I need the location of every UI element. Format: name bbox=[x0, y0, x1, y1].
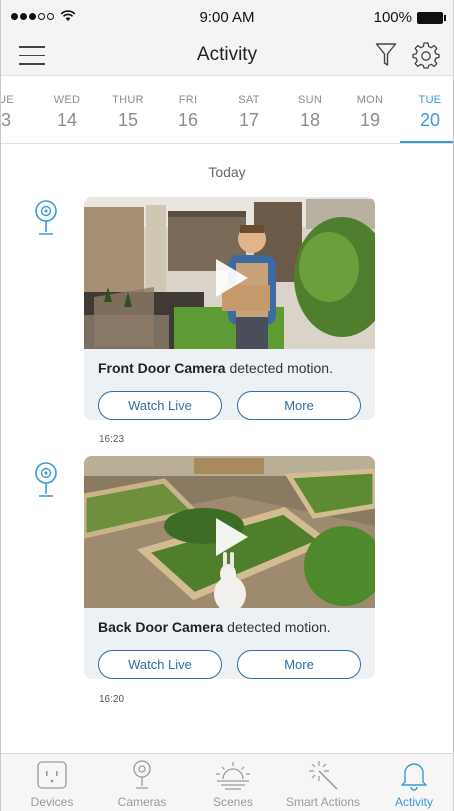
date-item-mon-19[interactable]: MON 19 bbox=[339, 94, 401, 131]
event-timestamp: 16:20 bbox=[99, 694, 125, 705]
filter-icon[interactable] bbox=[375, 42, 397, 68]
magic-wand-icon bbox=[309, 761, 338, 790]
battery-percent: 100% bbox=[373, 9, 412, 26]
event-message: Front Door Camera detected motion. bbox=[98, 360, 333, 376]
camera-icon bbox=[133, 760, 151, 789]
more-button[interactable]: More bbox=[237, 391, 361, 420]
more-button[interactable]: More bbox=[237, 650, 361, 679]
bell-icon bbox=[401, 763, 427, 791]
date-item-fri-16[interactable]: FRI 16 bbox=[157, 94, 219, 131]
date-item-thur-15[interactable]: THUR 15 bbox=[97, 94, 159, 131]
event-card-back-door: Back Door Camera detected motion. Watch … bbox=[84, 456, 375, 679]
camera-name: Front Door Camera bbox=[98, 360, 226, 376]
camera-name: Back Door Camera bbox=[98, 619, 224, 635]
date-item-sat-17[interactable]: SAT 17 bbox=[218, 94, 280, 131]
app-screen: 9:00 AM 100% Activity UE 3 WED 14 THUR 1… bbox=[0, 0, 454, 811]
date-item-tue-20[interactable]: TUE 20 bbox=[399, 94, 453, 131]
sunrise-icon bbox=[216, 762, 250, 790]
selected-date-indicator bbox=[400, 141, 453, 143]
date-strip[interactable]: UE 3 WED 14 THUR 15 FRI 16 SAT 17 SUN 18… bbox=[1, 76, 453, 144]
tab-bar: Devices Cameras Scenes Smart Actions Act… bbox=[1, 753, 453, 811]
event-message: Back Door Camera detected motion. bbox=[98, 619, 331, 635]
battery-icon bbox=[417, 11, 446, 24]
battery-indicator: 100% bbox=[373, 9, 446, 26]
navigation-bar: Activity bbox=[1, 34, 453, 76]
camera-icon bbox=[35, 462, 57, 497]
section-header-today: Today bbox=[208, 164, 246, 180]
play-icon[interactable] bbox=[204, 512, 254, 562]
watch-live-button[interactable]: Watch Live bbox=[98, 650, 222, 679]
play-icon[interactable] bbox=[204, 253, 254, 303]
camera-icon bbox=[35, 200, 57, 235]
status-bar: 9:00 AM 100% bbox=[1, 0, 453, 34]
back-door-snapshot[interactable] bbox=[84, 456, 375, 608]
event-timestamp: 16:23 bbox=[99, 434, 125, 445]
tab-activity[interactable]: Activity bbox=[369, 754, 453, 811]
date-item-wed-14[interactable]: WED 14 bbox=[36, 94, 98, 131]
gear-icon[interactable] bbox=[411, 40, 441, 70]
watch-live-button[interactable]: Watch Live bbox=[98, 391, 222, 420]
tab-devices[interactable]: Devices bbox=[7, 754, 97, 811]
tab-smart-actions[interactable]: Smart Actions bbox=[278, 754, 368, 811]
front-door-snapshot[interactable] bbox=[84, 197, 375, 349]
date-item-tue-13[interactable]: UE 3 bbox=[1, 94, 37, 131]
outlet-icon bbox=[37, 761, 67, 789]
date-item-sun-18[interactable]: SUN 18 bbox=[279, 94, 341, 131]
tab-cameras[interactable]: Cameras bbox=[97, 754, 187, 811]
event-card-front-door: Front Door Camera detected motion. Watch… bbox=[84, 197, 375, 420]
tab-scenes[interactable]: Scenes bbox=[188, 754, 278, 811]
